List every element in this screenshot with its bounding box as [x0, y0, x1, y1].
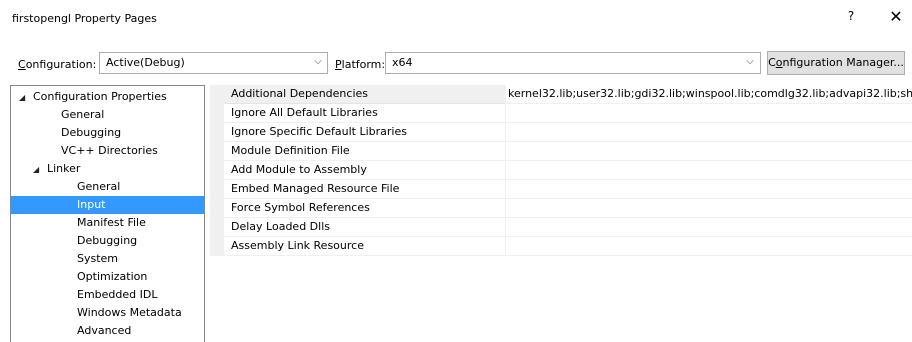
title-bar: firstopengl Property Pages ? ✕: [0, 0, 912, 40]
tree-item-optimization[interactable]: Optimization: [11, 268, 204, 286]
window-title: firstopengl Property Pages: [12, 12, 157, 25]
tree-item-label: Debugging: [61, 126, 122, 139]
grid-row-ignore-all-default-libraries[interactable]: Ignore All Default Libraries: [210, 104, 912, 123]
grid-row-margin: [210, 104, 224, 123]
property-value-field[interactable]: [505, 161, 912, 180]
tree-item-configuration-properties[interactable]: ◢ Configuration Properties: [11, 88, 204, 106]
tree-item-linker[interactable]: ◢ Linker: [11, 160, 204, 178]
property-name: Delay Loaded Dlls: [224, 218, 505, 237]
tree-item-label: Configuration Properties: [33, 90, 167, 103]
property-value-field[interactable]: [505, 104, 912, 123]
tree-item-label: Manifest File: [77, 216, 146, 229]
property-value-field[interactable]: [505, 142, 912, 161]
property-name: Ignore All Default Libraries: [224, 104, 505, 123]
configuration-accesskey: C: [18, 58, 26, 71]
tree-item-label: Advanced: [77, 324, 132, 337]
chevron-down-icon: ⌵: [746, 56, 754, 67]
tree-item-system[interactable]: System: [11, 250, 204, 268]
property-value-field[interactable]: [505, 123, 912, 142]
tree-item-label: Optimization: [77, 270, 148, 283]
property-tree[interactable]: ◢ Configuration Properties General Debugg…: [10, 85, 205, 342]
grid-row-module-definition-file[interactable]: Module Definition File: [210, 142, 912, 161]
configuration-manager-button[interactable]: Configuration Manager...: [767, 51, 905, 75]
grid-row-ignore-specific-default-libraries[interactable]: Ignore Specific Default Libraries: [210, 123, 912, 142]
platform-value: x64: [392, 56, 413, 69]
tree-item-debugging[interactable]: Debugging: [11, 124, 204, 142]
help-button[interactable]: ?: [843, 9, 859, 27]
grid-row-margin: [210, 85, 224, 104]
property-name: Ignore Specific Default Libraries: [224, 123, 505, 142]
close-button[interactable]: ✕: [886, 7, 906, 29]
platform-label: Platform:: [335, 58, 385, 71]
grid-row-margin: [210, 199, 224, 218]
configuration-label-text: onfiguration:: [25, 58, 97, 71]
property-value-field[interactable]: [505, 237, 912, 256]
grid-row-margin: [210, 237, 224, 256]
grid-row-margin: [210, 142, 224, 161]
grid-row-delay-loaded-dlls[interactable]: Delay Loaded Dlls: [210, 218, 912, 237]
property-value-field[interactable]: [505, 199, 912, 218]
property-value-field[interactable]: kernel32.lib;user32.lib;gdi32.lib;winspo…: [505, 85, 912, 104]
configuration-dropdown[interactable]: Active(Debug) ⌵: [99, 52, 328, 74]
tree-item-vc-directories[interactable]: VC++ Directories: [11, 142, 204, 160]
tree-item-label: Windows Metadata: [77, 306, 182, 319]
expanded-arrow-icon[interactable]: ◢: [33, 161, 43, 179]
tree-item-manifest-file[interactable]: Manifest File: [11, 214, 204, 232]
grid-row-additional-dependencies[interactable]: Additional Dependencies kernel32.lib;use…: [210, 85, 912, 104]
tree-item-label: System: [77, 252, 119, 265]
configuration-manager-pre: C: [768, 56, 776, 69]
grid-row-margin: [210, 123, 224, 142]
tree-item-advanced[interactable]: Advanced: [11, 322, 204, 340]
property-name: Additional Dependencies: [224, 85, 505, 104]
grid-row-embed-managed-resource-file[interactable]: Embed Managed Resource File: [210, 180, 912, 199]
tree-item-label: Embedded IDL: [77, 288, 158, 301]
configuration-manager-accesskey: o: [775, 56, 783, 69]
configuration-value: Active(Debug): [106, 56, 185, 69]
tree-item-linker-general[interactable]: General: [11, 178, 204, 196]
property-value-field[interactable]: [505, 180, 912, 199]
tree-item-label: Linker: [47, 162, 81, 175]
grid-row-margin: [210, 180, 224, 199]
property-name: Assembly Link Resource: [224, 237, 505, 256]
tree-item-linker-debugging[interactable]: Debugging: [11, 232, 204, 250]
platform-dropdown[interactable]: x64 ⌵: [385, 52, 761, 74]
expanded-arrow-icon[interactable]: ◢: [19, 89, 29, 107]
tree-item-label: General: [61, 108, 105, 121]
platform-label-text: latform:: [341, 58, 386, 71]
platform-accesskey: P: [335, 58, 342, 71]
configuration-manager-post: nfiguration Manager...: [782, 56, 904, 69]
property-name: Embed Managed Resource File: [224, 180, 505, 199]
grid-row-margin: [210, 218, 224, 237]
tree-item-label: General: [77, 180, 121, 193]
property-name: Force Symbol References: [224, 199, 505, 218]
property-name: Module Definition File: [224, 142, 505, 161]
tree-item-embedded-idl[interactable]: Embedded IDL: [11, 286, 204, 304]
grid-row-force-symbol-references[interactable]: Force Symbol References: [210, 199, 912, 218]
tree-item-general[interactable]: General: [11, 106, 204, 124]
property-grid: Additional Dependencies kernel32.lib;use…: [210, 85, 912, 259]
configuration-label: Configuration:: [18, 58, 96, 71]
property-value-field[interactable]: [505, 218, 912, 237]
chevron-down-icon: ⌵: [314, 56, 322, 67]
tree-item-linker-input[interactable]: Input: [11, 196, 204, 214]
tree-item-label: Input: [77, 198, 106, 211]
tree-item-label: Debugging: [77, 234, 138, 247]
tree-item-windows-metadata[interactable]: Windows Metadata: [11, 304, 204, 322]
property-name: Add Module to Assembly: [224, 161, 505, 180]
grid-row-margin: [210, 161, 224, 180]
grid-row-assembly-link-resource[interactable]: Assembly Link Resource: [210, 237, 912, 256]
tree-item-label: VC++ Directories: [61, 144, 158, 157]
grid-row-add-module-to-assembly[interactable]: Add Module to Assembly: [210, 161, 912, 180]
